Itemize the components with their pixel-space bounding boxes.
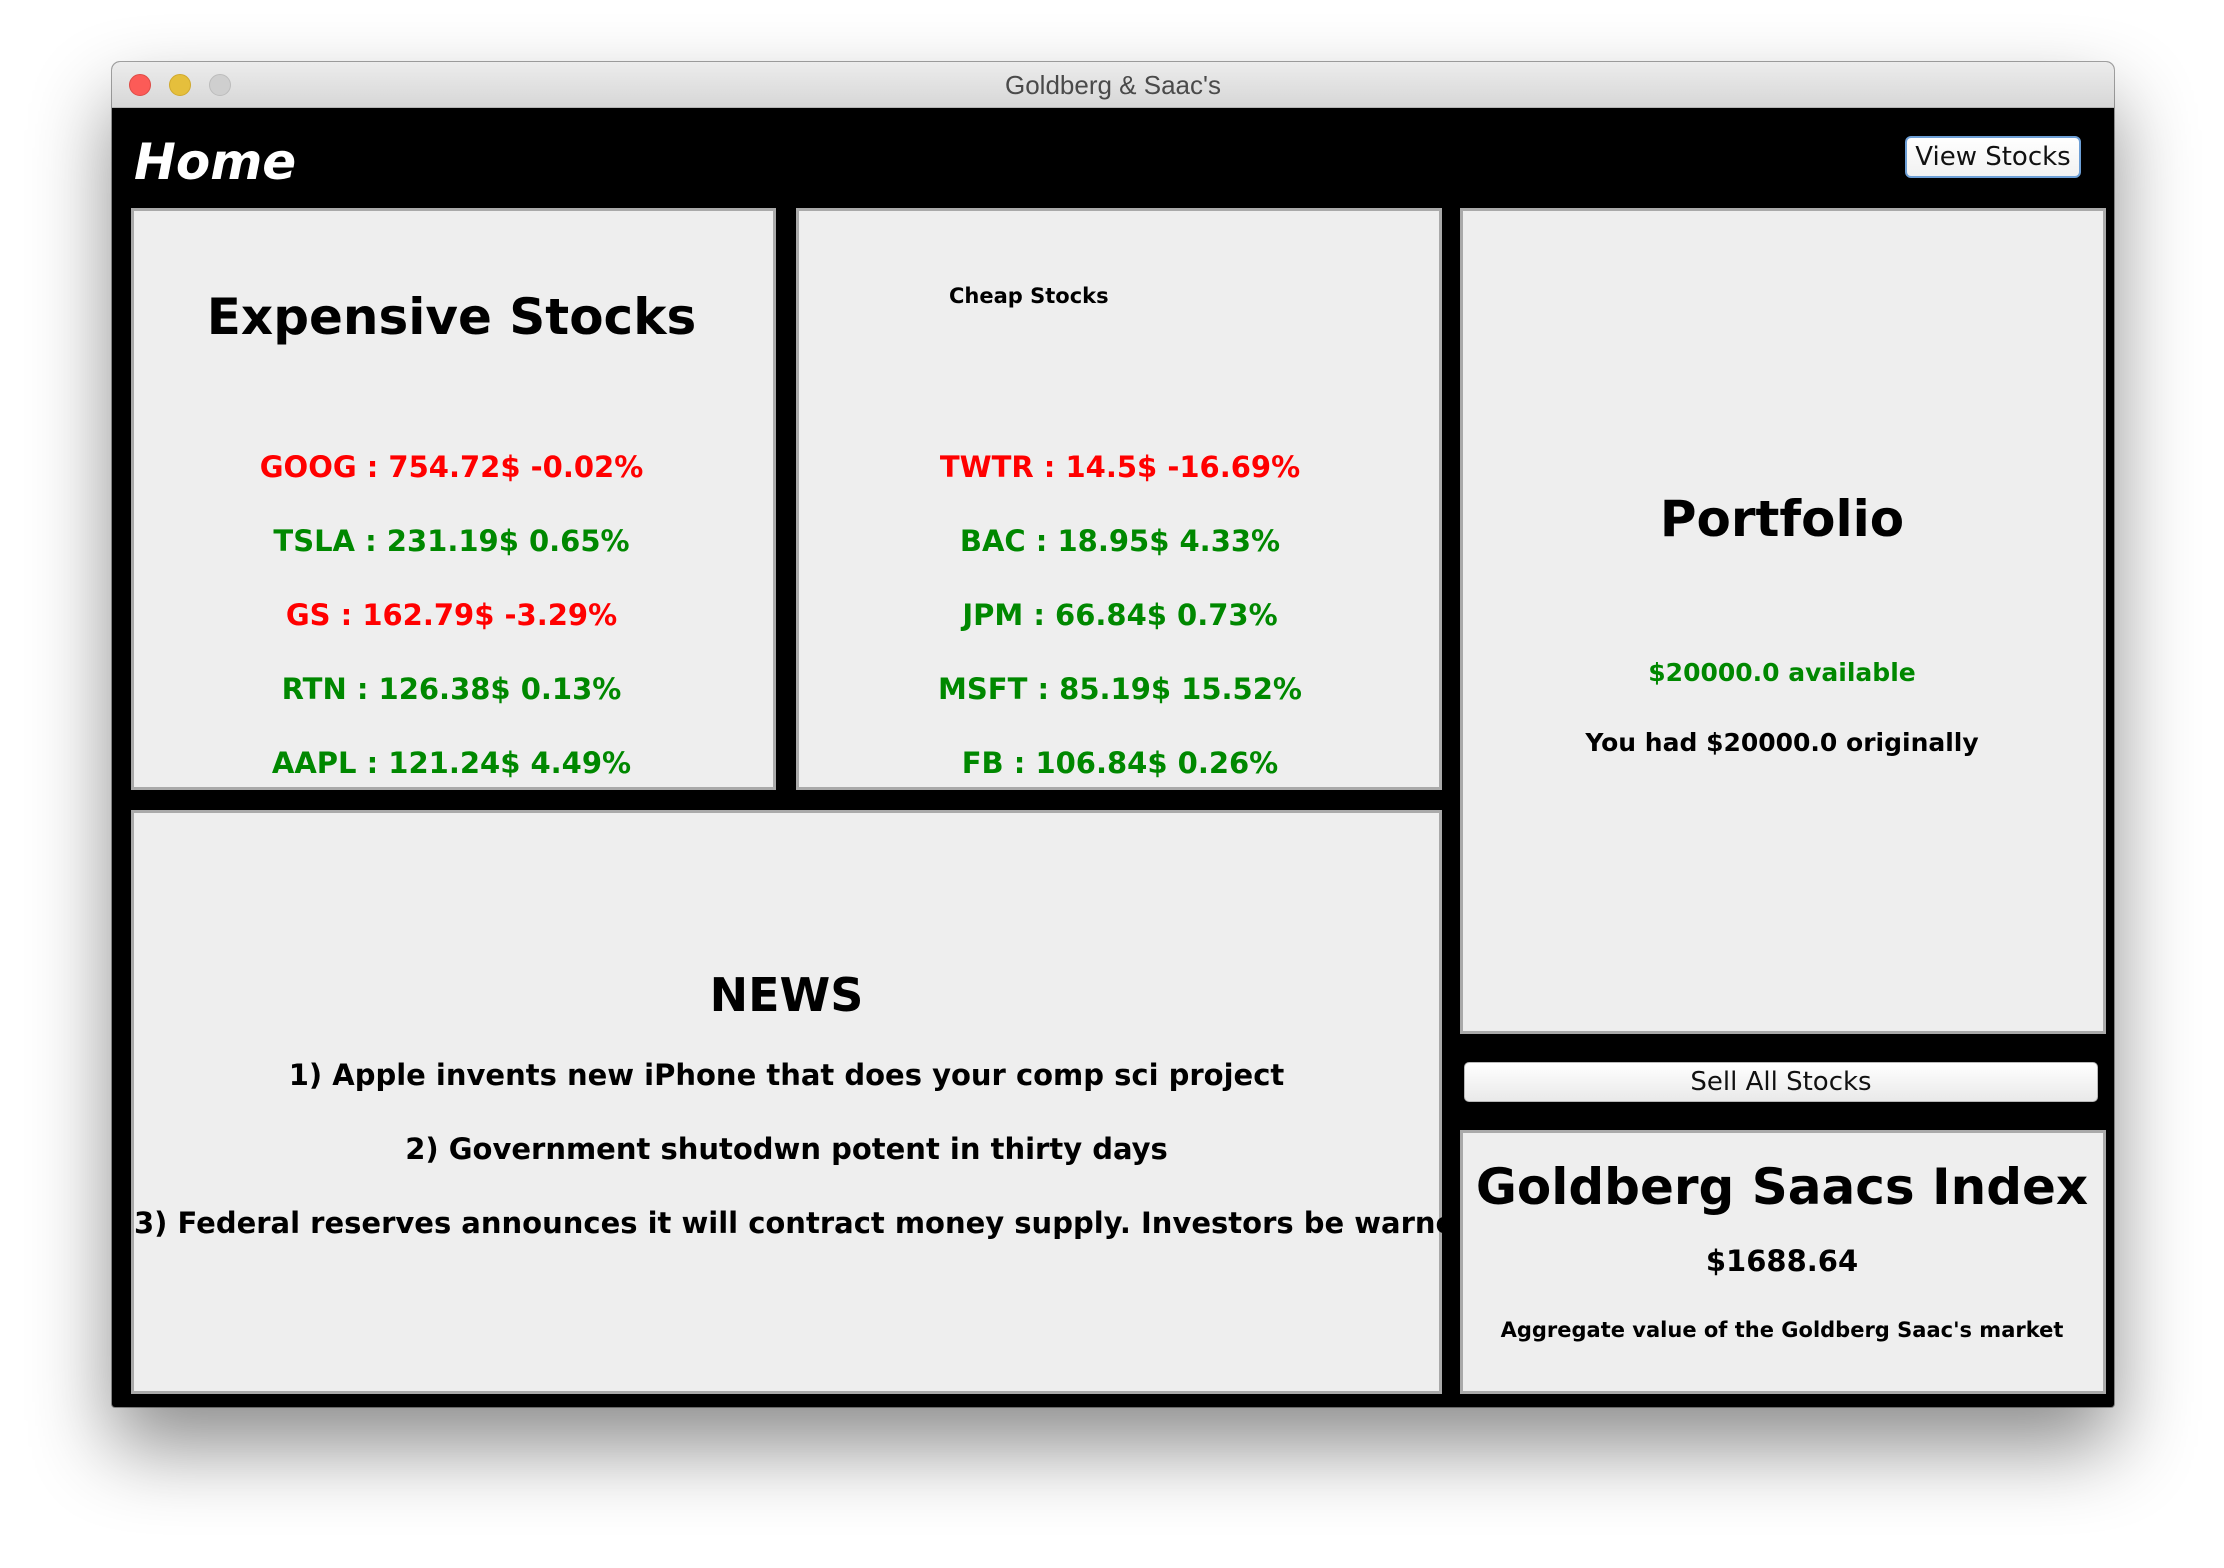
expensive-stocks-panel: Expensive Stocks GOOG : 754.72$ -0.02% T… xyxy=(131,208,776,790)
news-panel: NEWS 1) Apple invents new iPhone that do… xyxy=(131,810,1476,1394)
stock-item: TSLA : 231.19$ 0.65% xyxy=(273,524,630,558)
page-title: Home xyxy=(134,133,297,191)
stock-item: AAPL : 121.24$ 4.49% xyxy=(271,746,632,780)
stock-item: GOOG : 754.72$ -0.02% xyxy=(259,450,644,484)
index-heading: Goldberg Saacs Index xyxy=(1475,1158,2089,1216)
sell-all-stocks-button[interactable]: Sell All Stocks xyxy=(1464,1062,2098,1102)
expensive-stocks-heading: Expensive Stocks xyxy=(206,288,697,346)
cheap-stocks-heading: Cheap Stocks xyxy=(949,284,1109,308)
news-heading: NEWS xyxy=(709,968,864,1022)
stock-item: BAC : 18.95$ 4.33% xyxy=(959,524,1281,558)
app-window: Goldberg & Saac's Home View Stocks Expen… xyxy=(112,62,2114,1407)
portfolio-panel: Portfolio $20000.0 available You had $20… xyxy=(1460,208,2106,1034)
portfolio-heading: Portfolio xyxy=(1659,490,1905,548)
view-stocks-button[interactable]: View Stocks xyxy=(1905,136,2081,178)
stock-item: MSFT : 85.19$ 15.52% xyxy=(938,672,1302,706)
window-title: Goldberg & Saac's xyxy=(1005,70,1221,100)
news-item: 1) Apple invents new iPhone that does yo… xyxy=(288,1058,1285,1092)
news-item: 3) Federal reserves announces it will co… xyxy=(134,1206,1476,1240)
news-item: 2) Government shutodwn potent in thirty … xyxy=(405,1132,1168,1166)
index-caption: Aggregate value of the Goldberg Saac's m… xyxy=(1500,1318,2064,1342)
index-value: $1688.64 xyxy=(1705,1244,1859,1278)
portfolio-original: You had $20000.0 originally xyxy=(1585,728,1979,757)
stock-item: JPM : 66.84$ 0.73% xyxy=(962,598,1278,632)
portfolio-available: $20000.0 available xyxy=(1648,658,1916,687)
stock-item: RTN : 126.38$ 0.13% xyxy=(281,672,622,706)
stock-item: TWTR : 14.5$ -16.69% xyxy=(939,450,1301,484)
index-panel: Goldberg Saacs Index $1688.64 Aggregate … xyxy=(1460,1130,2106,1394)
cheap-stocks-panel: Cheap Stocks TWTR : 14.5$ -16.69% BAC : … xyxy=(796,208,1442,790)
stock-item: FB : 106.84$ 0.26% xyxy=(961,746,1279,780)
stock-item: GS : 162.79$ -3.29% xyxy=(285,598,618,632)
title-bar[interactable]: Goldberg & Saac's xyxy=(112,62,2114,108)
